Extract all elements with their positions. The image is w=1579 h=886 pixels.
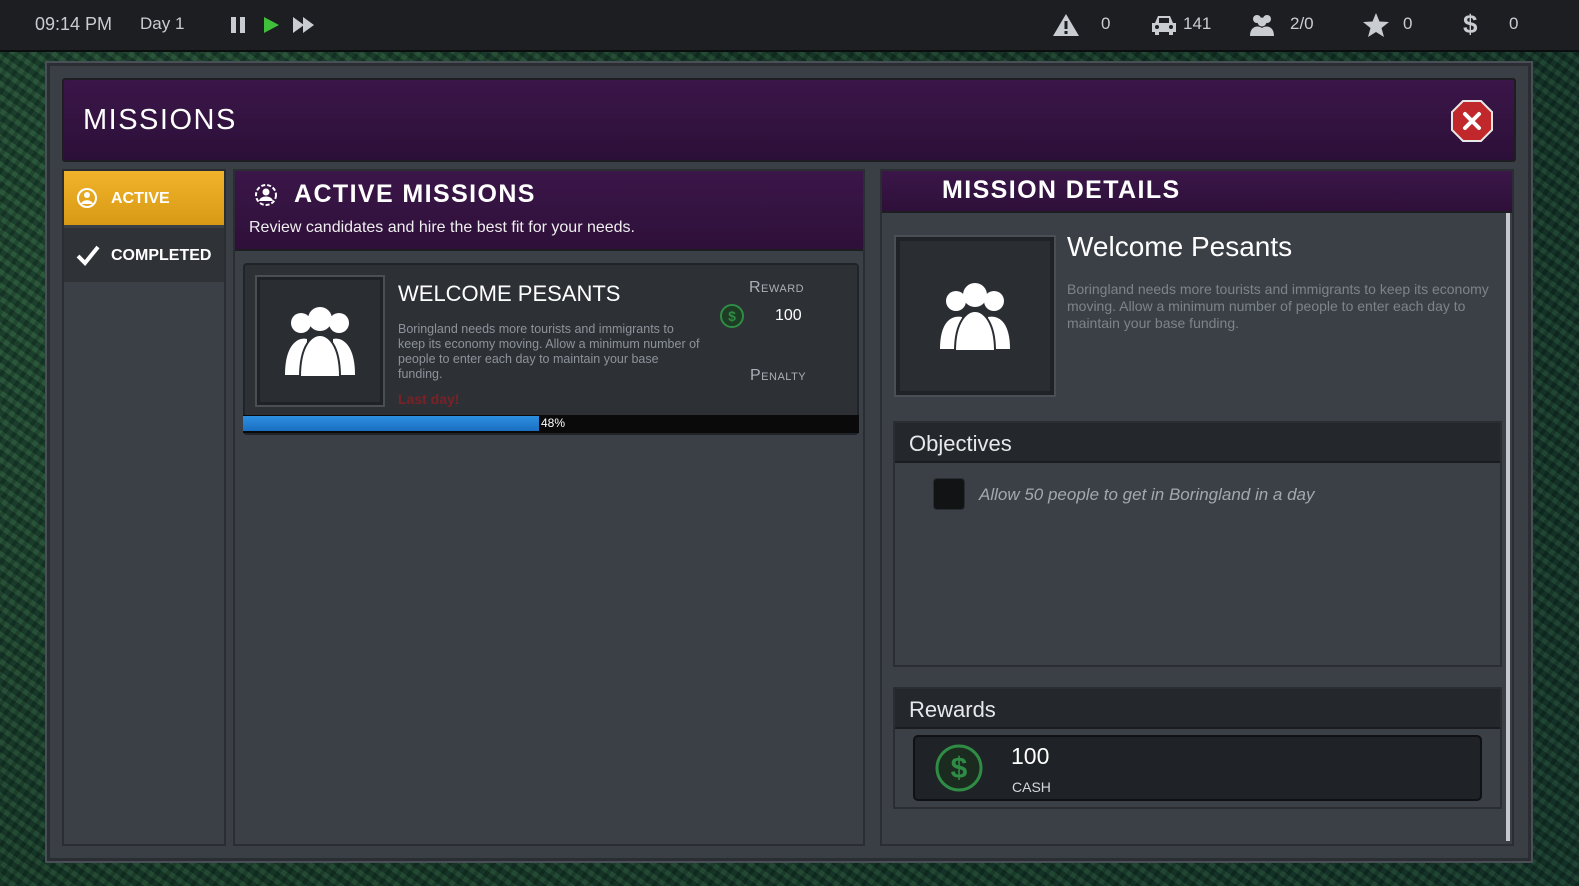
tab-active-label: ACTIVE	[111, 190, 170, 207]
missions-sidebar: ACTIVE COMPLETED	[62, 169, 226, 846]
tab-active[interactable]: ACTIVE	[64, 171, 224, 225]
modal-title: MISSIONS	[83, 104, 237, 136]
objective-checkbox[interactable]	[933, 478, 965, 510]
penalty-label: Penalty	[750, 367, 807, 384]
day-counter: Day 1	[140, 14, 185, 33]
dollar-icon: $	[1463, 9, 1478, 39]
reward-cash-value: 100	[1011, 743, 1050, 769]
mission-description: Boringland needs more tourists and immig…	[398, 322, 700, 381]
people-icon	[1250, 15, 1274, 36]
mission-deadline: Last day!	[398, 391, 460, 407]
vehicle-count: 141	[1183, 14, 1212, 33]
modal-titlebar: MISSIONS	[62, 78, 1516, 162]
money-count: 0	[1509, 14, 1519, 33]
active-missions-subtitle: Review candidates and hire the best fit …	[249, 219, 635, 236]
mission-icon	[255, 184, 277, 206]
objective-text: Allow 50 people to get in Boringland in …	[979, 485, 1315, 504]
mission-details-name: Welcome Pesants	[1067, 231, 1293, 262]
missions-modal: MISSIONS ACTIVE COMPLETED ACTIVE MISSION…	[47, 63, 1531, 861]
objectives-title: Objectives	[909, 431, 1012, 456]
reward-item: $ 100 CASH	[913, 735, 1482, 801]
coin-icon: $	[935, 744, 983, 792]
mission-details-header: MISSION DETAILS	[882, 171, 1512, 213]
active-missions-panel: ACTIVE MISSIONS Review candidates and hi…	[233, 169, 865, 846]
reward-value: 100	[775, 307, 802, 324]
mission-icon	[77, 188, 97, 208]
clock-time: 09:14 PM	[35, 14, 113, 34]
coin-icon: $	[720, 304, 744, 328]
mission-details-panel: MISSION DETAILS Welcome Pesants Boringla…	[880, 169, 1514, 846]
active-missions-title: ACTIVE MISSIONS	[294, 180, 536, 208]
mission-card[interactable]: WELCOME PESANTS Boringland needs more to…	[243, 263, 859, 435]
details-scrollbar[interactable]	[1506, 213, 1510, 841]
check-icon	[76, 245, 100, 266]
mission-details-title: MISSION DETAILS	[942, 176, 1181, 204]
objectives-header: Objectives	[895, 423, 1500, 463]
rewards-title: Rewards	[909, 697, 996, 722]
objectives-section: Objectives Allow 50 people to get in Bor…	[893, 421, 1502, 667]
reward-cash-label: CASH	[1012, 779, 1051, 795]
car-icon	[1152, 16, 1176, 35]
tab-completed-label: COMPLETED	[111, 247, 212, 264]
mission-name: WELCOME PESANTS	[398, 281, 621, 306]
fast-forward-icon[interactable]	[292, 15, 316, 35]
play-icon[interactable]	[261, 15, 281, 35]
group-icon	[940, 283, 1010, 352]
star-icon	[1363, 13, 1389, 37]
mission-details-thumbnail	[894, 235, 1056, 397]
close-button[interactable]	[1450, 99, 1494, 143]
group-icon	[285, 307, 355, 378]
rewards-section: Rewards $ 100 CASH	[893, 687, 1502, 809]
rewards-header: Rewards	[895, 689, 1500, 729]
stars-count: 0	[1403, 14, 1413, 33]
active-missions-header: ACTIVE MISSIONS Review candidates and hi…	[235, 171, 863, 251]
top-status-bar: 09:14 PM Day 1 0 141 2/0 0 $ 0	[0, 0, 1579, 52]
mission-progress-text: 48%	[541, 416, 566, 430]
mission-progress-fill	[243, 416, 539, 431]
mission-thumbnail	[255, 275, 385, 407]
mission-progress-bar: 48%	[243, 415, 859, 433]
svg-text:$: $	[728, 308, 736, 324]
warning-icon	[1053, 14, 1079, 36]
pause-icon[interactable]	[229, 15, 247, 35]
alerts-count: 0	[1101, 14, 1111, 33]
tab-completed[interactable]: COMPLETED	[64, 228, 224, 282]
mission-details-description: Boringland needs more tourists and immig…	[1067, 281, 1489, 331]
reward-label: Reward	[749, 279, 805, 296]
people-count: 2/0	[1290, 14, 1314, 33]
svg-text:$: $	[951, 752, 968, 785]
